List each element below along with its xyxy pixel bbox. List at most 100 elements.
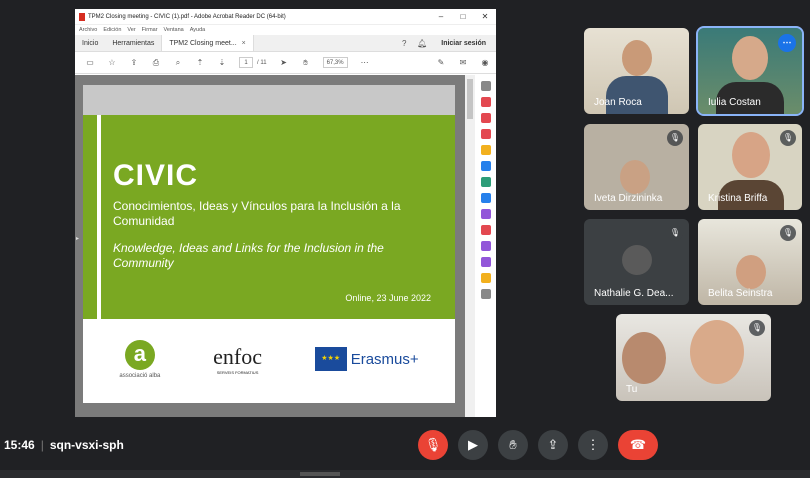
participant-name: Nathalie G. Dea... bbox=[594, 288, 674, 299]
document-scrollbar[interactable] bbox=[465, 75, 475, 417]
mic-off-button[interactable]: 🎙︎ bbox=[418, 430, 448, 460]
slide-top-band bbox=[83, 85, 455, 115]
erasmus-logo-text: Erasmus+ bbox=[350, 350, 419, 368]
participant-name: Tu bbox=[626, 384, 638, 395]
page-count: / 11 bbox=[257, 59, 267, 66]
menu-ver[interactable]: Ver bbox=[127, 27, 135, 33]
participant-tile[interactable]: 🎙︎ Belita Seinstra bbox=[698, 219, 802, 305]
minimize-icon[interactable]: – bbox=[430, 12, 452, 21]
maximize-icon[interactable]: □ bbox=[452, 12, 474, 21]
export-pdf-icon[interactable] bbox=[480, 97, 491, 107]
acrobat-toolbar: ▭ ☆ ⇪ ⎙ ⌕ ⇡ ⇣ 1 / 11 ➤ ✋︎ 67,3% ⋯ ✎ ✉ ◉ bbox=[75, 52, 496, 74]
upload-icon[interactable]: ⇪ bbox=[123, 58, 145, 67]
participant-body bbox=[606, 76, 668, 114]
participant-video bbox=[620, 160, 650, 194]
create-pdf-icon[interactable] bbox=[480, 113, 491, 123]
participant-tile[interactable]: 🎙︎ Kristina Briffa bbox=[698, 124, 802, 210]
hang-up-button[interactable]: ☎︎ bbox=[618, 430, 658, 460]
self-view-tile[interactable]: 🎙︎ Tu bbox=[616, 314, 771, 401]
organize-icon[interactable] bbox=[480, 177, 491, 187]
participant-name: Kristina Briffa bbox=[708, 193, 768, 204]
participant-name: Iveta Dirzininka bbox=[594, 193, 663, 204]
enfoc-logo: enfoc SERVEIS FORMATIUS bbox=[213, 344, 262, 375]
raise-hand-button[interactable]: ✋︎ bbox=[498, 430, 528, 460]
hand-tool-icon[interactable]: ✋︎ bbox=[295, 58, 317, 68]
help-icon[interactable]: ? bbox=[395, 39, 413, 48]
acrobat-icon bbox=[79, 12, 85, 21]
participant-tile[interactable]: 🎙︎ Iveta Dirzininka bbox=[584, 124, 689, 210]
tab-inicio[interactable]: Inicio bbox=[75, 35, 105, 51]
tab-herramientas[interactable]: Herramientas bbox=[105, 35, 161, 51]
muted-mic-icon: 🎙︎ bbox=[780, 130, 796, 146]
muted-mic-icon: 🎙︎ bbox=[667, 130, 683, 146]
redact-icon[interactable] bbox=[480, 209, 491, 219]
fill-sign-icon[interactable] bbox=[480, 241, 491, 251]
zoom-search-icon[interactable]: ⌕ bbox=[167, 58, 189, 68]
select-cursor-icon[interactable]: ➤ bbox=[273, 58, 295, 67]
participant-tile[interactable]: 🎙︎ Nathalie G. Dea... bbox=[584, 219, 689, 305]
alba-logo-text: associació alba bbox=[119, 372, 161, 379]
combine-icon[interactable] bbox=[480, 161, 491, 171]
prepare-form-icon[interactable] bbox=[480, 257, 491, 267]
slide-subtitle: Conocimientos, Ideas y Vínculos para la … bbox=[113, 199, 401, 228]
erasmus-logo: ★★★ Erasmus+ bbox=[314, 347, 419, 371]
slide-date: Online, 23 June 2022 bbox=[345, 293, 431, 303]
close-icon[interactable]: ✕ bbox=[474, 12, 496, 21]
more-options-button[interactable]: ⋮ bbox=[578, 430, 608, 460]
protect-icon[interactable] bbox=[480, 225, 491, 235]
tab-document[interactable]: TPM2 Closing meet... × bbox=[161, 35, 254, 51]
scrollbar-thumb[interactable] bbox=[467, 79, 473, 119]
side-panel-handle-icon[interactable]: ▸ bbox=[76, 235, 79, 242]
print-icon[interactable]: ⎙ bbox=[145, 58, 167, 68]
menu-ayuda[interactable]: Ayuda bbox=[190, 27, 206, 33]
sign-icon[interactable]: ✎ bbox=[430, 58, 452, 67]
page-down-icon[interactable]: ⇣ bbox=[211, 58, 233, 67]
participant-tile[interactable]: Joan Roca bbox=[584, 28, 689, 114]
participant-video bbox=[732, 132, 770, 178]
menu-edicion[interactable]: Edición bbox=[103, 27, 121, 33]
acrobat-tools-rail bbox=[475, 75, 496, 417]
comment-icon[interactable] bbox=[480, 145, 491, 155]
alba-logo-mark: a bbox=[124, 339, 155, 370]
more-options-icon[interactable]: ⋯ bbox=[778, 34, 796, 52]
zoom-select[interactable]: 67,3% bbox=[322, 57, 348, 68]
bottom-strip bbox=[0, 470, 810, 478]
slide-page: CIVIC Conocimientos, Ideas y Vínculos pa… bbox=[83, 85, 455, 403]
bell-icon[interactable]: 🔔︎ bbox=[413, 39, 431, 48]
more-tools-rail-icon[interactable] bbox=[480, 289, 491, 299]
participant-video bbox=[622, 332, 666, 384]
search-tool-icon[interactable] bbox=[480, 81, 491, 91]
edit-pdf-icon[interactable] bbox=[480, 129, 491, 139]
send-icon[interactable] bbox=[480, 273, 491, 283]
menu-firmar[interactable]: Firmar bbox=[142, 27, 158, 33]
participant-video bbox=[732, 36, 768, 80]
save-icon[interactable]: ▭ bbox=[79, 58, 101, 67]
page-number-input[interactable]: 1 bbox=[239, 57, 253, 68]
more-tools-icon[interactable]: ⋯ bbox=[354, 58, 376, 67]
muted-mic-icon: 🎙︎ bbox=[667, 225, 683, 241]
bookmark-icon[interactable]: ☆ bbox=[101, 58, 123, 67]
alba-logo: a associació alba bbox=[119, 339, 161, 379]
page-up-icon[interactable]: ⇡ bbox=[189, 58, 211, 67]
shared-screen-acrobat-window: TPM2 Closing meeting - CIVIC (1).pdf - A… bbox=[75, 9, 496, 417]
meeting-controls-bar: 15:46 | sqn-vsxi-sph 🎙︎ ▶︎ ✋︎ ⇪ ⋮ ☎︎ bbox=[0, 424, 810, 468]
signin-button[interactable]: Iniciar sesión bbox=[431, 40, 496, 47]
participant-name: Joan Roca bbox=[594, 97, 642, 108]
slide-accent-bar bbox=[97, 115, 101, 319]
bottom-strip-highlight bbox=[300, 472, 340, 476]
menu-ventana[interactable]: Ventana bbox=[164, 27, 184, 33]
slide-logos: a associació alba enfoc SERVEIS FORMATIU… bbox=[83, 319, 455, 399]
participant-name: Belita Seinstra bbox=[708, 288, 773, 299]
camera-button[interactable]: ▶︎ bbox=[458, 430, 488, 460]
compress-icon[interactable] bbox=[480, 193, 491, 203]
menu-archivo[interactable]: Archivo bbox=[79, 27, 97, 33]
tab-document-label: TPM2 Closing meet... bbox=[169, 39, 237, 47]
enfoc-logo-text: enfoc bbox=[213, 343, 262, 369]
present-screen-button[interactable]: ⇪ bbox=[538, 430, 568, 460]
participant-tile[interactable]: ⋯ Iulia Costan bbox=[696, 26, 804, 116]
account-icon[interactable]: ◉ bbox=[474, 58, 496, 67]
acrobat-tabbar: Inicio Herramientas TPM2 Closing meet...… bbox=[75, 35, 496, 52]
document-area[interactable]: ▸ CIVIC Conocimientos, Ideas y Vínculos … bbox=[75, 75, 465, 417]
mail-icon[interactable]: ✉ bbox=[452, 58, 474, 67]
close-tab-icon[interactable]: × bbox=[242, 40, 246, 47]
